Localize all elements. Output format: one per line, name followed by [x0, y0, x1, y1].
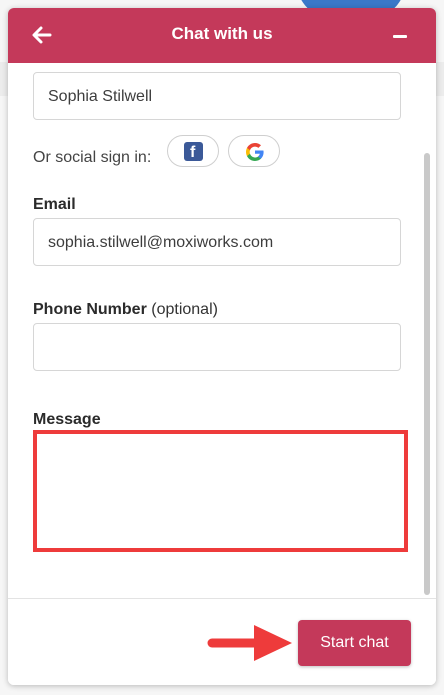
phone-label: Phone Number (optional): [33, 301, 218, 318]
minus-icon[interactable]: [393, 35, 407, 38]
chat-widget: Chat with us Sophia Stilwell Or social s…: [8, 8, 436, 685]
email-label: Email: [33, 196, 76, 213]
name-field[interactable]: Sophia Stilwell: [33, 72, 401, 120]
arrow-right-icon: [207, 625, 292, 661]
facebook-icon: f: [184, 142, 203, 161]
start-chat-button[interactable]: Start chat: [298, 620, 411, 666]
facebook-sign-in-button[interactable]: f: [167, 135, 219, 167]
email-field[interactable]: sophia.stilwell@moxiworks.com: [33, 218, 401, 266]
chat-header: Chat with us: [8, 8, 436, 63]
google-sign-in-button[interactable]: [228, 135, 280, 167]
chat-form: Sophia Stilwell Or social sign in: f Ema…: [8, 63, 436, 598]
message-field[interactable]: [33, 430, 408, 552]
chat-footer: Start chat: [8, 598, 436, 685]
message-label: Message: [33, 411, 101, 428]
scrollbar-thumb[interactable]: [424, 153, 430, 595]
chat-title: Chat with us: [171, 24, 273, 43]
phone-field[interactable]: [33, 323, 401, 371]
social-sign-in-label: Or social sign in:: [33, 149, 152, 166]
google-icon: [246, 143, 264, 161]
